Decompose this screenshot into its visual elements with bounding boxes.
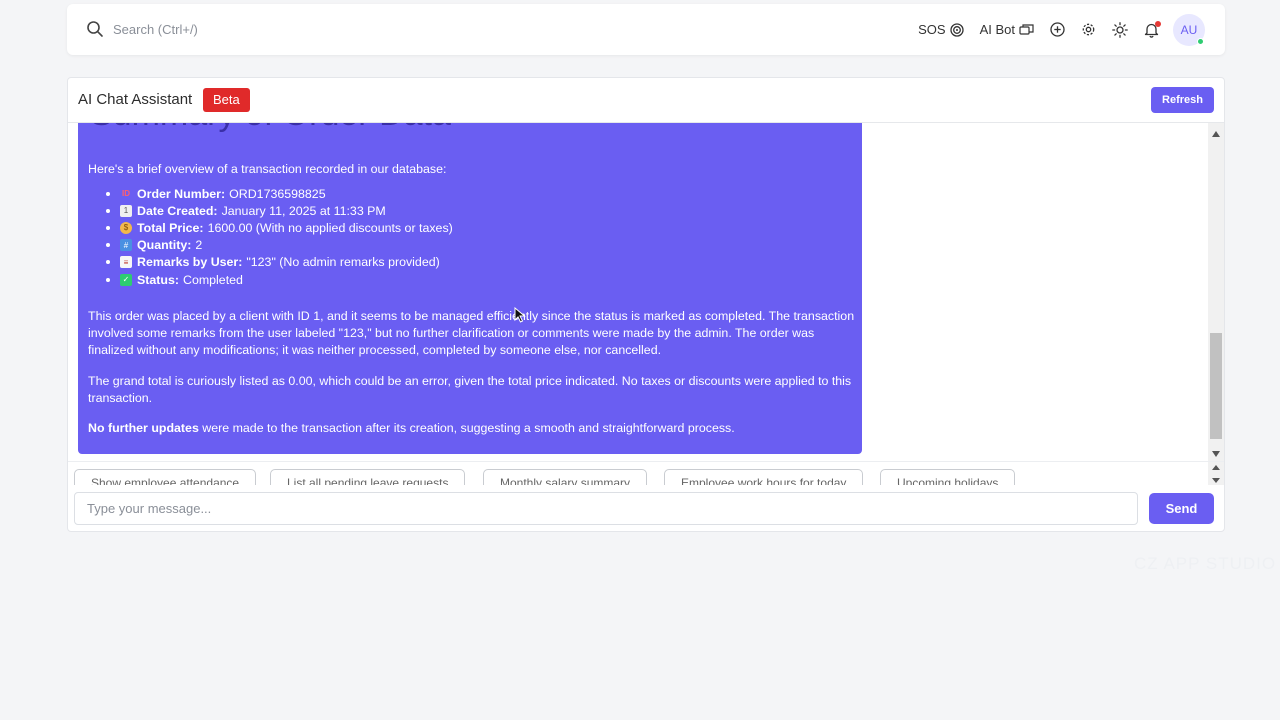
sos-label: SOS bbox=[918, 22, 946, 37]
watermark: CZ APP STUDIO bbox=[1134, 554, 1277, 573]
scroll-thumb[interactable] bbox=[1210, 333, 1222, 439]
message-paragraph: No further updates were made to the tran… bbox=[88, 420, 858, 437]
list-item: # Quantity: 2 bbox=[106, 237, 453, 254]
order-detail-list: ID Order Number: ORD1736598825 1 Date Cr… bbox=[106, 185, 453, 288]
settings-button[interactable] bbox=[1081, 22, 1096, 37]
beta-badge: Beta bbox=[203, 88, 250, 112]
scroll-up-arrow[interactable] bbox=[1212, 131, 1220, 137]
suggestion-chip[interactable]: Upcoming holidays bbox=[880, 469, 1016, 485]
avatar[interactable]: AU bbox=[1173, 13, 1205, 46]
suggestion-chip[interactable]: Show employee attendance bbox=[74, 469, 257, 485]
id-icon: ID bbox=[122, 189, 130, 199]
suggestion-chips: Show employee attendance List all pendin… bbox=[68, 461, 1224, 485]
message-bold-text: No further updates bbox=[88, 421, 199, 435]
add-button[interactable] bbox=[1050, 22, 1065, 37]
list-item: ID Order Number: ORD1736598825 bbox=[106, 185, 453, 202]
sos-button[interactable]: SOS bbox=[918, 22, 964, 37]
list-item: ✓ Status: Completed bbox=[106, 271, 453, 288]
sun-icon bbox=[1112, 21, 1128, 38]
theme-toggle[interactable] bbox=[1112, 21, 1128, 38]
ai-bot-button[interactable]: AI Bot bbox=[980, 22, 1034, 37]
money-bag-icon: $ bbox=[120, 221, 132, 234]
target-icon bbox=[949, 22, 964, 37]
quantity-icon: # bbox=[120, 239, 132, 252]
gear-icon bbox=[1082, 23, 1095, 36]
scroll-down-arrow[interactable] bbox=[1212, 478, 1220, 483]
suggestion-chip[interactable]: Employee work hours for today bbox=[664, 469, 864, 485]
chat-scrollbar[interactable] bbox=[1208, 123, 1224, 461]
chat-panel: AI Chat Assistant Beta Refresh Summary o… bbox=[67, 77, 1225, 532]
message-heading: Summary of Order Data bbox=[90, 123, 451, 134]
calendar-icon: 1 bbox=[120, 204, 132, 217]
ai-bot-label: AI Bot bbox=[979, 22, 1015, 37]
online-status-dot bbox=[1197, 37, 1204, 45]
message-paragraph: The grand total is curiously listed as 0… bbox=[88, 374, 852, 405]
chat-title: AI Chat Assistant bbox=[78, 91, 193, 108]
list-item: 1 Date Created: January 11, 2025 at 11:3… bbox=[106, 202, 453, 219]
top-navbar: SOS AI Bot bbox=[67, 4, 1225, 55]
mouse-cursor-icon bbox=[514, 307, 526, 323]
suggestion-scrollbar[interactable] bbox=[1208, 462, 1224, 485]
notification-dot bbox=[1155, 20, 1161, 27]
search-icon[interactable] bbox=[86, 20, 104, 38]
top-actions: SOS AI Bot AU bbox=[918, 4, 1225, 55]
message-paragraph: This order was placed by a client with I… bbox=[88, 309, 855, 357]
scroll-down-arrow[interactable] bbox=[1212, 451, 1220, 457]
plus-circle-icon bbox=[1050, 22, 1065, 37]
chat-header: AI Chat Assistant Beta Refresh bbox=[68, 78, 1224, 123]
list-item: ≡ Remarks by User: "123" (No admin remar… bbox=[106, 254, 453, 271]
chat-bubbles-icon bbox=[1019, 23, 1034, 35]
memo-icon: ≡ bbox=[120, 256, 132, 269]
scroll-up-arrow[interactable] bbox=[1212, 465, 1220, 470]
list-item: $ Total Price: 1600.00 (With no applied … bbox=[106, 219, 453, 236]
chat-messages[interactable]: Summary of Order Data Here's a brief ove… bbox=[68, 123, 1210, 461]
send-button[interactable]: Send bbox=[1149, 493, 1214, 524]
notifications-button[interactable] bbox=[1144, 20, 1161, 38]
message-text: were made to the transaction after its c… bbox=[198, 421, 735, 435]
suggestion-chip[interactable]: Monthly salary summary bbox=[483, 469, 648, 485]
check-icon: ✓ bbox=[120, 273, 132, 286]
search-input[interactable] bbox=[113, 17, 513, 41]
assistant-message: Summary of Order Data Here's a brief ove… bbox=[78, 123, 862, 454]
avatar-initials: AU bbox=[1180, 22, 1198, 37]
refresh-button[interactable]: Refresh bbox=[1151, 87, 1214, 113]
message-input[interactable] bbox=[74, 492, 1138, 525]
suggestion-chip[interactable]: List all pending leave requests bbox=[270, 469, 466, 485]
message-intro: Here's a brief overview of a transaction… bbox=[88, 162, 447, 176]
